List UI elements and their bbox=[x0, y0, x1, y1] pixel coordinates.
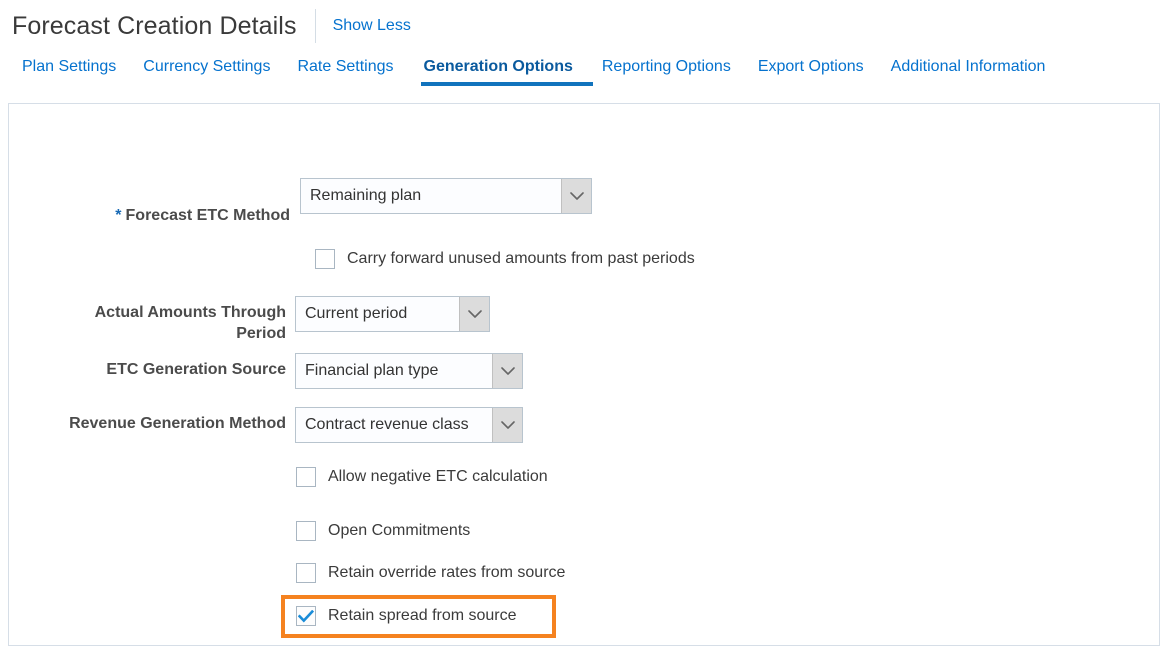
checkbox-retain-override-rates[interactable] bbox=[296, 563, 316, 583]
tab-bar: Plan Settings Currency Settings Rate Set… bbox=[0, 44, 1168, 86]
show-less-link[interactable]: Show Less bbox=[333, 17, 411, 35]
label-revenue-generation-method: Revenue Generation Method bbox=[69, 415, 286, 432]
required-asterisk-icon: * bbox=[115, 207, 122, 224]
checkbox-row-retain-spread[interactable]: Retain spread from source bbox=[296, 606, 517, 626]
dropdown-value-etc-generation-source: Financial plan type bbox=[305, 362, 439, 379]
field-row-actual-amounts-through-period: Actual Amounts Through Period Current pe… bbox=[67, 296, 490, 344]
checkbox-label-open-commitments[interactable]: Open Commitments bbox=[328, 522, 470, 540]
label-actual-amounts-through-period: Actual Amounts Through Period bbox=[94, 304, 286, 342]
page-header: Forecast Creation Details Show Less bbox=[0, 0, 1168, 44]
field-row-forecast-etc-method: * Forecast ETC Method Remaining plan bbox=[85, 178, 592, 226]
chevron-down-icon[interactable] bbox=[561, 179, 591, 213]
chevron-down-icon[interactable] bbox=[492, 354, 522, 388]
checkbox-retain-spread[interactable] bbox=[296, 606, 316, 626]
checkbox-label-allow-negative-etc[interactable]: Allow negative ETC calculation bbox=[328, 468, 548, 486]
field-row-etc-generation-source: ETC Generation Source Financial plan typ… bbox=[84, 353, 523, 389]
label-forecast-etc-method: * Forecast ETC Method bbox=[85, 178, 290, 226]
tab-export-options[interactable]: Export Options bbox=[758, 59, 880, 86]
checkbox-label-carry-forward[interactable]: Carry forward unused amounts from past p… bbox=[347, 250, 695, 268]
label-etc-generation-source: ETC Generation Source bbox=[106, 361, 286, 378]
dropdown-etc-generation-source[interactable]: Financial plan type bbox=[295, 353, 523, 389]
checkbox-carry-forward[interactable] bbox=[315, 249, 335, 269]
checkbox-row-allow-negative-etc[interactable]: Allow negative ETC calculation bbox=[296, 467, 548, 487]
header-divider bbox=[314, 9, 316, 43]
dropdown-value-actual-amounts-through-period: Current period bbox=[305, 305, 408, 322]
tab-currency-settings[interactable]: Currency Settings bbox=[143, 59, 286, 86]
dropdown-value-forecast-etc-method: Remaining plan bbox=[310, 187, 422, 204]
tab-plan-settings[interactable]: Plan Settings bbox=[22, 59, 132, 86]
dropdown-actual-amounts-through-period[interactable]: Current period bbox=[295, 296, 490, 332]
label-text: Forecast ETC Method bbox=[125, 207, 290, 224]
checkbox-label-retain-override-rates[interactable]: Retain override rates from source bbox=[328, 564, 565, 582]
chevron-down-icon[interactable] bbox=[459, 297, 489, 331]
page-title: Forecast Creation Details bbox=[12, 11, 297, 40]
checkbox-row-retain-override-rates[interactable]: Retain override rates from source bbox=[296, 563, 565, 583]
checkbox-row-carry-forward[interactable]: Carry forward unused amounts from past p… bbox=[315, 249, 695, 269]
chevron-down-icon[interactable] bbox=[492, 408, 522, 442]
tab-additional-information[interactable]: Additional Information bbox=[891, 59, 1062, 86]
tab-rate-settings[interactable]: Rate Settings bbox=[297, 59, 409, 86]
dropdown-revenue-generation-method[interactable]: Contract revenue class bbox=[295, 407, 523, 443]
checkbox-label-retain-spread[interactable]: Retain spread from source bbox=[328, 607, 517, 625]
checkmark-icon bbox=[298, 609, 314, 622]
checkbox-allow-negative-etc[interactable] bbox=[296, 467, 316, 487]
tab-generation-options[interactable]: Generation Options bbox=[420, 59, 594, 86]
dropdown-value-revenue-generation-method: Contract revenue class bbox=[305, 416, 469, 433]
tab-reporting-options[interactable]: Reporting Options bbox=[602, 59, 747, 86]
checkbox-row-open-commitments[interactable]: Open Commitments bbox=[296, 521, 470, 541]
dropdown-forecast-etc-method[interactable]: Remaining plan bbox=[300, 178, 592, 214]
checkbox-open-commitments[interactable] bbox=[296, 521, 316, 541]
field-row-revenue-generation-method: Revenue Generation Method Contract reven… bbox=[39, 407, 523, 443]
